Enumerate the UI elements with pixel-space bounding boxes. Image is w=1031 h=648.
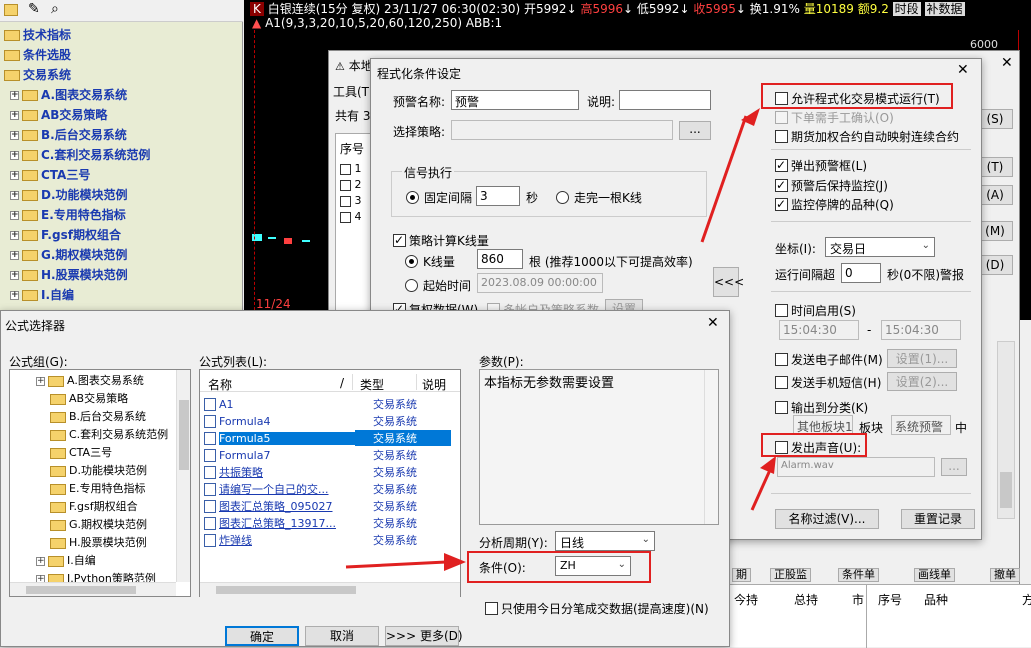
- arrow-to-condition: [345, 560, 447, 569]
- arrow-to-sound: [750, 469, 772, 511]
- arrow-head-sound: [760, 456, 776, 474]
- annotation-arrows: [345, 108, 776, 571]
- arrow-head-condition: [444, 553, 466, 571]
- arrow-to-allow-auto: [700, 115, 748, 243]
